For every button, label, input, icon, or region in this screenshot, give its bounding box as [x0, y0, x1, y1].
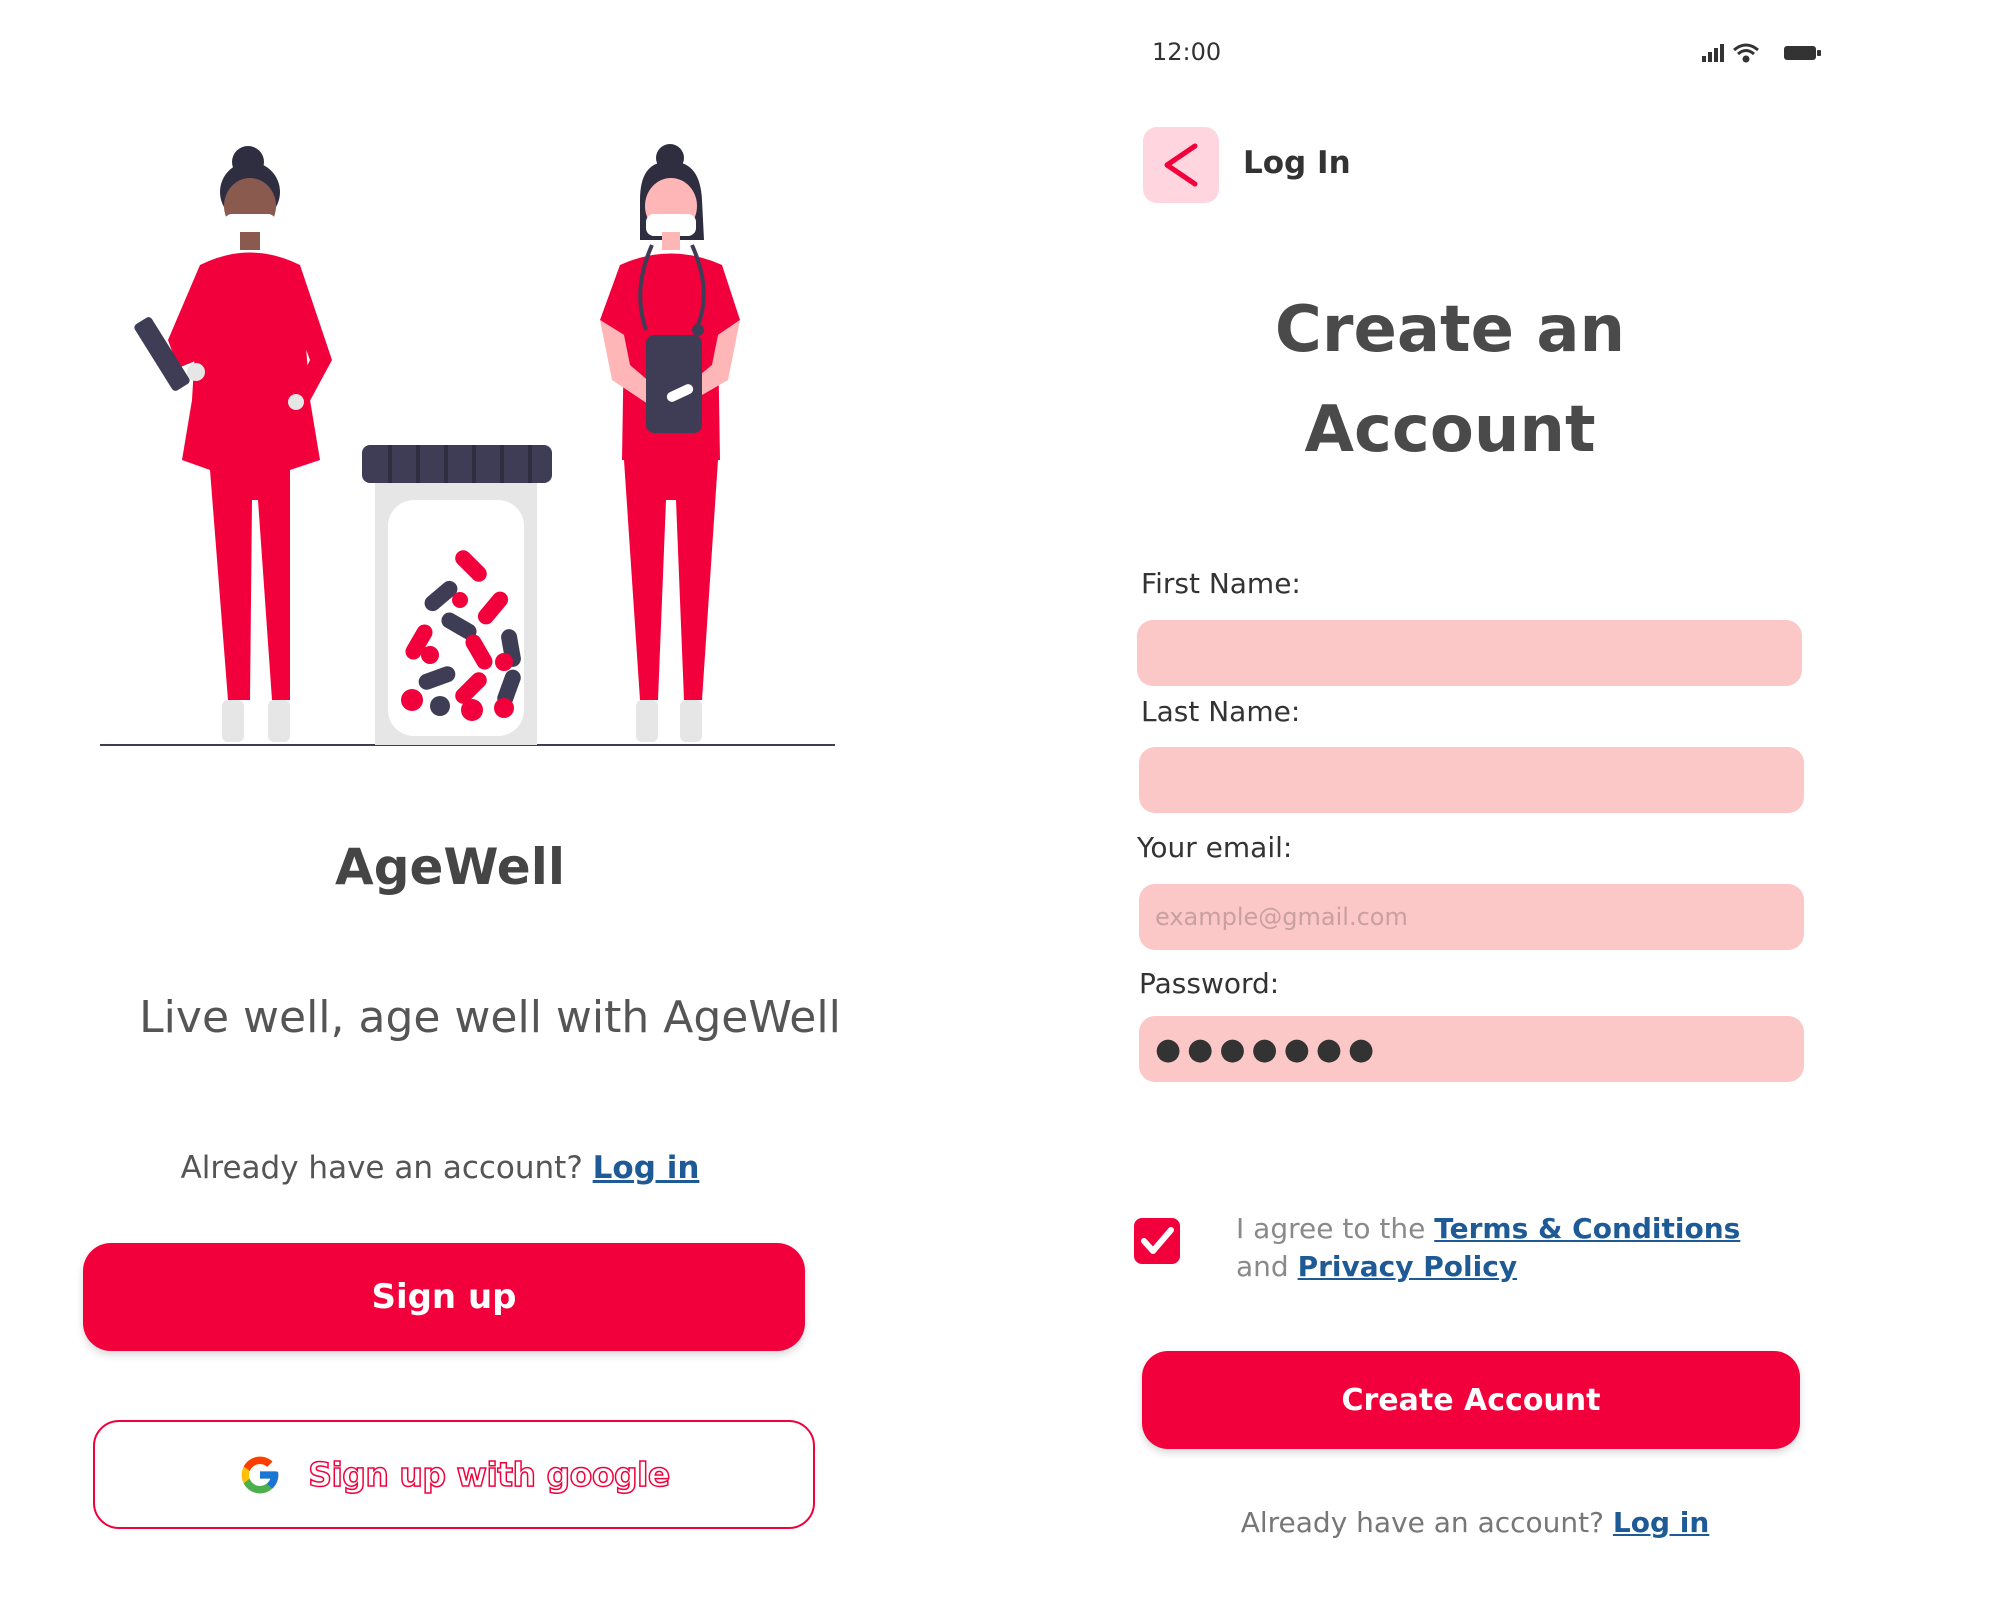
signup-button[interactable]: Sign up	[83, 1243, 805, 1351]
nav-title: Log In	[1243, 145, 1351, 181]
back-button[interactable]	[1143, 127, 1219, 203]
google-signup-label: Sign up with google	[307, 1454, 671, 1495]
battery-icon	[1784, 46, 1821, 60]
app-name: AgeWell	[335, 838, 565, 896]
page-title-line1: Create an	[1274, 293, 1626, 367]
login-prompt: Already have an account? Log in	[60, 1150, 820, 1186]
chevron-left-icon	[1164, 143, 1198, 187]
email-field[interactable]	[1139, 884, 1804, 950]
terms-link[interactable]: Terms & Conditions	[1434, 1212, 1740, 1245]
password-field[interactable]	[1139, 1016, 1804, 1082]
agree-conjunction: and	[1236, 1250, 1289, 1283]
checkmark-icon	[1141, 1227, 1174, 1254]
signal-icon	[1702, 44, 1724, 62]
first-name-label: First Name:	[1141, 567, 1301, 600]
google-signup-button[interactable]: Sign up with google	[93, 1420, 815, 1529]
login-prompt-bottom: Already have an account? Log in	[1150, 1506, 1800, 1539]
pill-jar	[362, 445, 552, 745]
login-prompt-text: Already have an account?	[180, 1150, 583, 1186]
page-title-line2: Account	[1304, 393, 1596, 467]
status-icons	[1702, 43, 1821, 63]
agree-text: I agree to the Terms & Conditions and Pr…	[1236, 1210, 1776, 1286]
agree-prefix: I agree to the	[1236, 1212, 1426, 1245]
login-link[interactable]: Log in	[593, 1150, 700, 1186]
tagline: Live well, age well with AgeWell	[139, 992, 841, 1043]
right-nurse-figure	[600, 144, 740, 742]
last-name-field[interactable]	[1139, 747, 1804, 813]
create-account-button[interactable]: Create Account	[1142, 1351, 1800, 1449]
email-label: Your email:	[1137, 831, 1293, 864]
first-name-field[interactable]	[1137, 620, 1802, 686]
google-icon	[241, 1456, 279, 1493]
wifi-icon	[1733, 43, 1759, 63]
left-nurse-figure	[134, 146, 332, 742]
nurses-illustration	[100, 144, 835, 746]
password-label: Password:	[1139, 967, 1280, 1000]
privacy-link[interactable]: Privacy Policy	[1298, 1250, 1517, 1283]
page-title: Create an Account	[1150, 280, 1750, 480]
login-prompt-bottom-text: Already have an account?	[1240, 1506, 1604, 1539]
last-name-label: Last Name:	[1141, 695, 1301, 728]
login-link-bottom[interactable]: Log in	[1613, 1506, 1709, 1539]
agree-checkbox[interactable]	[1134, 1218, 1180, 1264]
status-time: 12:00	[1152, 38, 1222, 66]
